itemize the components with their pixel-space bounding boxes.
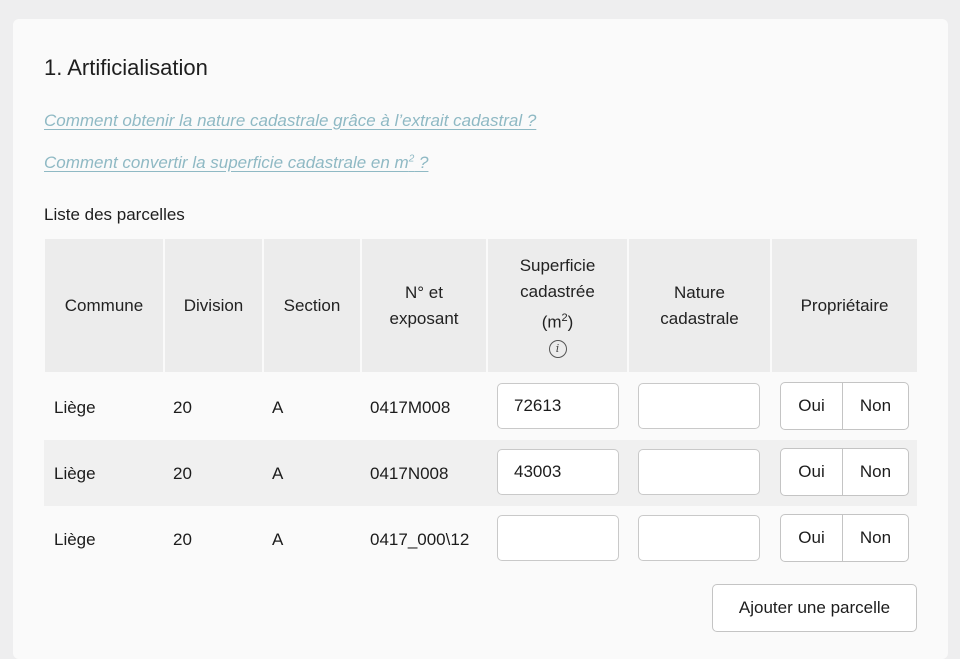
- header-proprietaire: Propriétaire: [772, 239, 917, 372]
- header-nature-line2: cadastrale: [660, 308, 739, 328]
- header-section: Section: [264, 239, 360, 372]
- header-superficie-line1: Superficie: [519, 256, 596, 276]
- unit-suffix: ): [567, 312, 574, 332]
- non-button[interactable]: Non: [843, 383, 908, 429]
- cell-division: 20: [173, 464, 192, 483]
- header-commune: Commune: [45, 239, 163, 372]
- superficie-input[interactable]: [497, 383, 619, 429]
- cell-division: 20: [173, 530, 192, 549]
- header-nature: Nature cadastrale: [629, 239, 770, 372]
- cell-commune: Liège: [54, 398, 96, 417]
- superficie-input[interactable]: [497, 449, 619, 495]
- add-parcel-button[interactable]: Ajouter une parcelle: [712, 584, 917, 632]
- cell-commune: Liège: [54, 530, 96, 549]
- non-button[interactable]: Non: [843, 449, 908, 495]
- artificialisation-card: 1. Artificialisation Comment obtenir la …: [13, 19, 948, 659]
- header-division: Division: [165, 239, 262, 372]
- cell-section: A: [272, 398, 284, 417]
- non-button[interactable]: Non: [843, 515, 908, 561]
- parcel-list-label: Liste des parcelles: [44, 205, 185, 224]
- help-link-text: Comment convertir la superficie cadastra…: [44, 153, 409, 172]
- superficie-input[interactable]: [497, 515, 619, 561]
- cell-numero: 0417N008: [370, 464, 449, 483]
- cell-section: A: [272, 530, 284, 549]
- cell-commune: Liège: [54, 464, 96, 483]
- header-superficie: Superficie cadastrée (m2) i: [488, 239, 627, 372]
- proprietaire-toggle: Oui Non: [780, 448, 909, 496]
- proprietaire-toggle: Oui Non: [780, 514, 909, 562]
- oui-button[interactable]: Oui: [781, 449, 843, 495]
- header-superficie-line3: (m2): [542, 305, 574, 336]
- oui-button[interactable]: Oui: [781, 515, 843, 561]
- header-numero: N° et exposant: [362, 239, 486, 372]
- help-link-nature-cadastrale[interactable]: Comment obtenir la nature cadastrale grâ…: [44, 111, 536, 131]
- nature-input[interactable]: [638, 515, 760, 561]
- header-superficie-line2: cadastrée: [520, 282, 595, 302]
- help-link-suffix: ?: [414, 153, 429, 172]
- section-title: 1. Artificialisation: [44, 55, 208, 80]
- header-numero-line2: exposant: [389, 308, 459, 328]
- cell-division: 20: [173, 398, 192, 417]
- cell-section: A: [272, 464, 284, 483]
- info-icon[interactable]: i: [548, 339, 567, 358]
- header-nature-line1: Nature: [673, 282, 726, 302]
- proprietaire-toggle: Oui Non: [780, 382, 909, 430]
- header-numero-line1: N° et: [405, 282, 443, 302]
- nature-input[interactable]: [638, 383, 760, 429]
- cell-numero: 0417_000\12: [370, 530, 470, 549]
- cell-numero: 0417M008: [370, 398, 451, 417]
- nature-input[interactable]: [638, 449, 760, 495]
- unit-prefix: (m: [541, 312, 562, 332]
- help-link-convert-superficie[interactable]: Comment convertir la superficie cadastra…: [44, 153, 428, 173]
- oui-button[interactable]: Oui: [781, 383, 843, 429]
